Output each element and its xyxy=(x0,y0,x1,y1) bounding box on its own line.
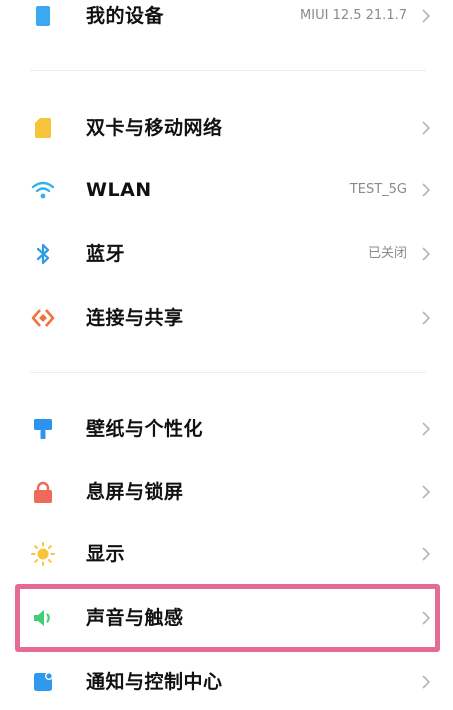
speaker-icon xyxy=(30,605,56,631)
chevron-right-icon xyxy=(419,8,433,24)
chevron-right-icon xyxy=(419,246,433,262)
wifi-icon xyxy=(30,177,56,203)
settings-item-value: MIUI 12.5 21.1.7 xyxy=(300,8,407,23)
settings-item-display[interactable]: 显示 xyxy=(0,526,453,582)
settings-item-notifications[interactable]: 通知与控制中心 xyxy=(0,654,453,710)
settings-item-value: TEST_5G xyxy=(349,182,407,197)
settings-item-value: 已关闭 xyxy=(367,246,407,261)
chevron-right-icon xyxy=(419,610,433,626)
device-icon xyxy=(30,3,56,29)
settings-item-my-device[interactable]: 我的设备 MIUI 12.5 21.1.7 xyxy=(0,0,453,44)
chevron-right-icon xyxy=(419,674,433,690)
settings-item-dual-sim[interactable]: 双卡与移动网络 xyxy=(0,100,453,156)
chevron-right-icon xyxy=(419,546,433,562)
section-divider xyxy=(30,372,426,373)
settings-item-label: 声音与触感 xyxy=(86,607,184,629)
section-divider xyxy=(30,70,426,71)
settings-item-label: 通知与控制中心 xyxy=(86,671,223,693)
lock-icon xyxy=(30,479,56,505)
sim-card-icon xyxy=(30,115,56,141)
settings-item-lock-screen[interactable]: 息屏与锁屏 xyxy=(0,464,453,520)
chevron-right-icon xyxy=(419,120,433,136)
sun-icon xyxy=(30,541,56,567)
settings-item-label: 连接与共享 xyxy=(86,307,184,329)
settings-item-sound[interactable]: 声音与触感 xyxy=(0,590,453,646)
chevron-right-icon xyxy=(419,182,433,198)
chevron-right-icon xyxy=(419,484,433,500)
brush-icon xyxy=(30,416,56,442)
settings-item-label: WLAN xyxy=(86,179,152,201)
settings-item-label: 双卡与移动网络 xyxy=(86,117,223,139)
settings-item-label: 我的设备 xyxy=(86,5,165,27)
bluetooth-icon xyxy=(30,241,56,267)
share-icon xyxy=(30,305,56,331)
settings-item-wlan[interactable]: WLAN TEST_5G xyxy=(0,162,453,218)
notification-icon xyxy=(30,669,56,695)
chevron-right-icon xyxy=(419,421,433,437)
settings-item-label: 壁纸与个性化 xyxy=(86,418,204,440)
settings-item-label: 息屏与锁屏 xyxy=(86,481,184,503)
settings-item-label: 显示 xyxy=(86,543,126,565)
settings-item-wallpaper[interactable]: 壁纸与个性化 xyxy=(0,401,453,457)
settings-item-connection-sharing[interactable]: 连接与共享 xyxy=(0,290,453,346)
settings-item-label: 蓝牙 xyxy=(86,243,126,265)
settings-item-bluetooth[interactable]: 蓝牙 已关闭 xyxy=(0,226,453,282)
chevron-right-icon xyxy=(419,310,433,326)
